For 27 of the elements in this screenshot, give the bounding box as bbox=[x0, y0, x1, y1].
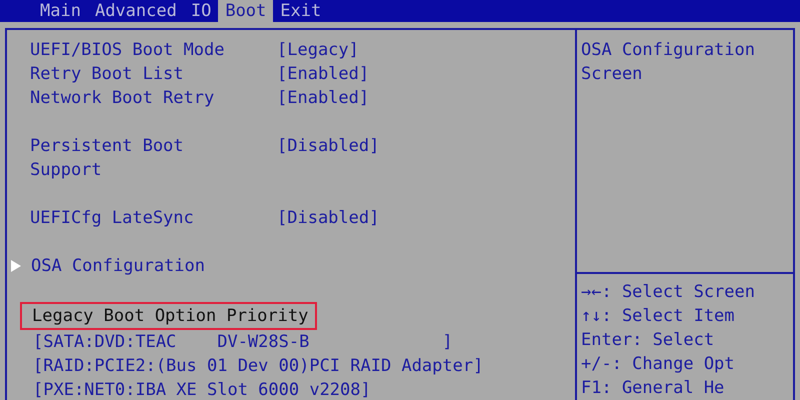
setting-label[interactable]: Retry Boot List bbox=[30, 62, 235, 86]
key-help-line: F1: General He bbox=[581, 377, 726, 400]
submenu-triangle-icon bbox=[11, 260, 21, 272]
menu-tab[interactable]: Boot bbox=[218, 0, 274, 22]
setting-label[interactable]: Network Boot Retry bbox=[30, 86, 235, 110]
setting-value[interactable]: [Disabled] bbox=[277, 134, 575, 182]
submenu-item[interactable]: OSA Configuration bbox=[31, 254, 205, 278]
setting-value[interactable]: [Enabled] bbox=[277, 86, 575, 110]
help-text: OSA Configuration Screen bbox=[581, 40, 755, 84]
setting-value[interactable]: [Legacy] bbox=[277, 38, 575, 62]
menu-tab[interactable]: Main bbox=[33, 0, 88, 22]
boot-device[interactable]: [PXE:NET0:IBA XE Slot 6000 v2208] bbox=[7, 378, 575, 400]
boot-device[interactable]: [RAID:PCIE2:(Bus 01 Dev 00)PCI RAID Adapter] bbox=[7, 354, 575, 378]
menu-tab[interactable]: Advanced bbox=[88, 0, 184, 22]
menu-tab[interactable]: IO bbox=[184, 0, 218, 22]
key-help-line: Enter: Select bbox=[581, 329, 716, 352]
setting-label[interactable]: UEFI/BIOS Boot Mode bbox=[30, 38, 235, 62]
key-help-line: →←: Select Screen bbox=[581, 281, 756, 304]
setting-label[interactable]: UEFICfg LateSync bbox=[30, 206, 235, 230]
section-header[interactable]: Legacy Boot Option Priority bbox=[20, 302, 318, 330]
boot-device[interactable]: [SATA:DVD:TEAC DV-W28S-B ] bbox=[7, 330, 575, 354]
setting-label[interactable]: Persistent Boot Support bbox=[30, 134, 235, 182]
setting-value[interactable]: [Enabled] bbox=[277, 62, 575, 86]
key-help-line: +/-: Change Opt bbox=[581, 353, 736, 376]
setting-value[interactable]: [Disabled] bbox=[277, 206, 575, 230]
key-help-line: ↑↓: Select Item bbox=[581, 305, 736, 328]
menu-tab[interactable]: Exit bbox=[273, 0, 328, 22]
